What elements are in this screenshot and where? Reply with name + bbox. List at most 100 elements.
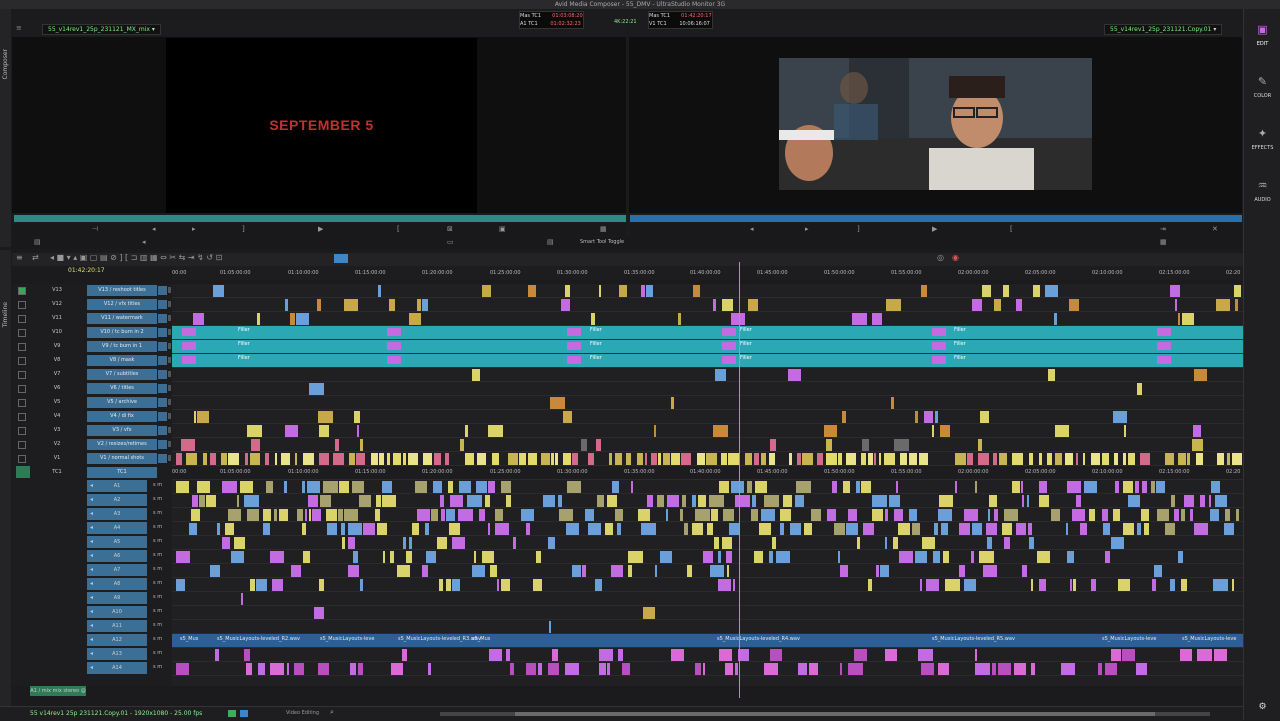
clip[interactable] xyxy=(980,411,989,423)
music-clip-label[interactable]: s5_MusicLayouts-leveled_R5.wav xyxy=(932,636,1015,642)
track-name[interactable]: V12 / vfx titles xyxy=(87,299,157,310)
clip[interactable] xyxy=(1114,453,1118,465)
clip[interactable] xyxy=(671,453,680,465)
clip[interactable] xyxy=(809,663,818,675)
clip[interactable] xyxy=(1209,495,1211,507)
clip[interactable] xyxy=(1210,509,1219,521)
music-clip-label[interactable]: s5_Mus xyxy=(180,636,198,642)
track-lane[interactable] xyxy=(172,620,1243,634)
clip[interactable] xyxy=(526,523,530,535)
clip[interactable] xyxy=(975,663,990,675)
video-track-header[interactable]: V3 V3 / vfx xyxy=(12,424,172,437)
clip[interactable] xyxy=(979,551,994,563)
clip[interactable] xyxy=(541,453,550,465)
timeline-lift-icon[interactable]: ◂ ■ ▾ ▴ ▣ ▢ ▤ ⊘ ] [ ⊐ ▥ ▦ ⇔ ✂ ⇆ ⇥ ↯ ↺ ⊡ xyxy=(50,253,222,262)
clip[interactable] xyxy=(1123,523,1134,535)
timeline-track-control-icon[interactable]: ⇄ xyxy=(32,253,39,262)
clip[interactable] xyxy=(909,509,917,521)
clip[interactable] xyxy=(1076,453,1078,465)
track-select-box[interactable] xyxy=(18,301,26,309)
clip[interactable] xyxy=(581,439,587,451)
track-lane[interactable] xyxy=(172,564,1243,578)
rec-mark-out-icon[interactable]: ] xyxy=(857,225,860,233)
solo-mute-icons[interactable]: s m xyxy=(153,594,162,600)
clip[interactable] xyxy=(323,481,338,493)
music-clip-label[interactable]: s5_MusicLayouts-leve xyxy=(320,636,374,642)
clip[interactable] xyxy=(474,551,476,563)
track-name[interactable]: V11 / watermark xyxy=(87,313,157,324)
clip[interactable] xyxy=(780,509,791,521)
clip[interactable] xyxy=(861,453,866,465)
clip[interactable] xyxy=(626,453,631,465)
clip[interactable] xyxy=(274,509,277,521)
track-number[interactable]: A10 xyxy=(87,606,147,618)
clip[interactable] xyxy=(751,509,758,521)
clip[interactable] xyxy=(1016,523,1026,535)
clip[interactable] xyxy=(508,453,518,465)
clip[interactable] xyxy=(433,481,442,493)
clip[interactable] xyxy=(896,481,898,493)
clip[interactable] xyxy=(1137,523,1141,535)
clip[interactable] xyxy=(754,551,763,563)
clip[interactable] xyxy=(982,285,991,297)
clip[interactable] xyxy=(641,523,656,535)
clip[interactable] xyxy=(225,523,234,535)
clip[interactable] xyxy=(302,523,306,535)
clip[interactable] xyxy=(426,551,436,563)
clip[interactable] xyxy=(1047,453,1052,465)
clip[interactable] xyxy=(735,495,750,507)
clip[interactable] xyxy=(628,565,632,577)
clip[interactable] xyxy=(1197,649,1212,661)
clip[interactable] xyxy=(1180,649,1192,661)
clip[interactable] xyxy=(488,523,490,535)
clip[interactable] xyxy=(893,537,898,549)
clip[interactable] xyxy=(567,356,581,364)
track-select-box[interactable] xyxy=(18,287,26,295)
clip[interactable] xyxy=(485,495,490,507)
clip[interactable] xyxy=(754,453,759,465)
clip[interactable] xyxy=(176,481,189,493)
clip[interactable] xyxy=(978,439,982,451)
clip[interactable] xyxy=(671,649,684,661)
clip[interactable] xyxy=(1065,453,1073,465)
lock-icon[interactable] xyxy=(168,343,171,349)
clip[interactable] xyxy=(748,299,758,311)
track-select-box[interactable] xyxy=(18,413,26,421)
solo-mute-icons[interactable]: s m xyxy=(153,510,162,516)
source-position-bar[interactable] xyxy=(14,215,626,222)
clip[interactable] xyxy=(333,453,344,465)
clip[interactable] xyxy=(258,663,265,675)
clip[interactable] xyxy=(428,663,431,675)
clip[interactable] xyxy=(933,551,940,563)
solo-mute-icons[interactable]: s m xyxy=(153,566,162,572)
clip[interactable] xyxy=(543,495,555,507)
video-track-header[interactable]: V8 V8 / mask xyxy=(12,354,172,367)
clip[interactable] xyxy=(921,285,927,297)
track-name[interactable]: V2 / resizes/retimes xyxy=(87,439,157,450)
clip[interactable] xyxy=(348,565,359,577)
clip[interactable] xyxy=(983,565,997,577)
track-lane[interactable] xyxy=(172,648,1243,662)
clip[interactable] xyxy=(338,509,343,521)
clip[interactable] xyxy=(441,509,445,521)
clip[interactable] xyxy=(458,509,473,521)
clip[interactable] xyxy=(1089,509,1095,521)
clip[interactable] xyxy=(975,481,977,493)
a1-mix-label[interactable]: A1 / mix mix stereo @ xyxy=(30,686,86,696)
clip[interactable] xyxy=(1048,369,1055,381)
clip[interactable] xyxy=(938,663,949,675)
clip[interactable] xyxy=(561,299,570,311)
clip[interactable] xyxy=(703,551,713,563)
clip[interactable] xyxy=(488,425,503,437)
clip[interactable] xyxy=(713,299,716,311)
settings-gear-icon[interactable]: ⚙ xyxy=(1244,702,1280,712)
clip[interactable] xyxy=(709,495,724,507)
track-name[interactable]: V9 / tc burn in 1 xyxy=(87,341,157,352)
track-lane[interactable] xyxy=(172,382,1243,396)
clip[interactable] xyxy=(1045,285,1058,297)
clip[interactable] xyxy=(302,481,305,493)
clip[interactable] xyxy=(295,453,297,465)
clip[interactable] xyxy=(350,663,356,675)
clip[interactable] xyxy=(246,663,252,675)
clip[interactable] xyxy=(408,453,418,465)
